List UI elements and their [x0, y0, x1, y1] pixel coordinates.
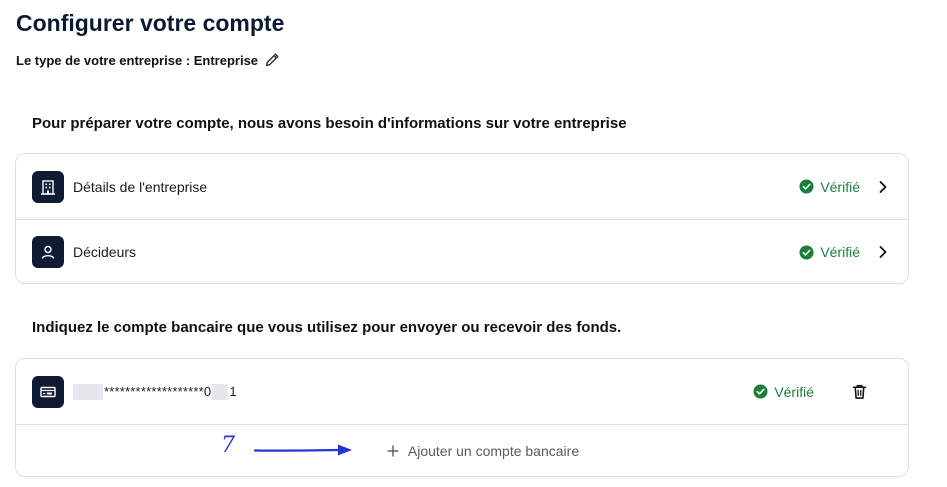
company-info-card: Détails de l'entreprise Vérifié Décideur… [15, 153, 909, 284]
company-details-row[interactable]: Détails de l'entreprise Vérifié [16, 154, 908, 219]
status-text: Vérifié [820, 244, 860, 260]
bank-account-icon [32, 375, 64, 408]
check-circle-icon [799, 244, 814, 260]
check-circle-icon [799, 179, 814, 194]
bank-account-heading: Indiquez le compte bancaire que vous uti… [32, 319, 622, 336]
check-circle-icon [753, 384, 768, 399]
plus-icon [387, 445, 399, 456]
step-annotation-number: 7 [221, 433, 235, 458]
bank-account-card: *******************0 1 Vérifié Ajouter u [15, 358, 909, 477]
add-bank-account-button[interactable]: Ajouter un compte bancaire [16, 424, 908, 476]
company-details-status: Vérifié [799, 179, 860, 195]
decision-makers-label: Décideurs [73, 244, 137, 260]
status-text: Vérifié [774, 383, 814, 400]
building-icon [32, 170, 64, 203]
business-type-label: Le type de votre entreprise : Entreprise [16, 52, 259, 68]
masked-digits: *******************0 [104, 384, 212, 399]
redacted-block [73, 383, 103, 400]
trash-icon[interactable] [851, 383, 868, 400]
arrow-annotation-icon [254, 444, 352, 456]
pencil-icon[interactable] [264, 52, 280, 68]
add-bank-account-link[interactable]: Ajouter un compte bancaire [386, 443, 579, 459]
decision-makers-status: Vérifié [799, 244, 860, 260]
add-bank-account-label: Ajouter un compte bancaire [407, 442, 580, 459]
company-info-heading: Pour préparer votre compte, nous avons b… [32, 115, 627, 132]
company-details-label: Détails de l'entreprise [73, 178, 208, 195]
page-title: Configurer votre compte [16, 10, 285, 36]
bank-account-row: *******************0 1 Vérifié [16, 359, 908, 424]
chevron-right-icon[interactable] [876, 180, 890, 194]
user-icon [32, 236, 64, 268]
redacted-block [212, 383, 229, 400]
business-type: Le type de votre entreprise : Entreprise [16, 52, 280, 68]
status-text: Vérifié [820, 178, 860, 195]
decision-makers-row[interactable]: Décideurs Vérifié [16, 219, 908, 284]
chevron-right-icon[interactable] [876, 245, 890, 259]
masked-last-digit: 1 [229, 384, 237, 399]
bank-account-status: Vérifié [753, 384, 814, 400]
masked-account-number: *******************0 1 [73, 383, 237, 400]
